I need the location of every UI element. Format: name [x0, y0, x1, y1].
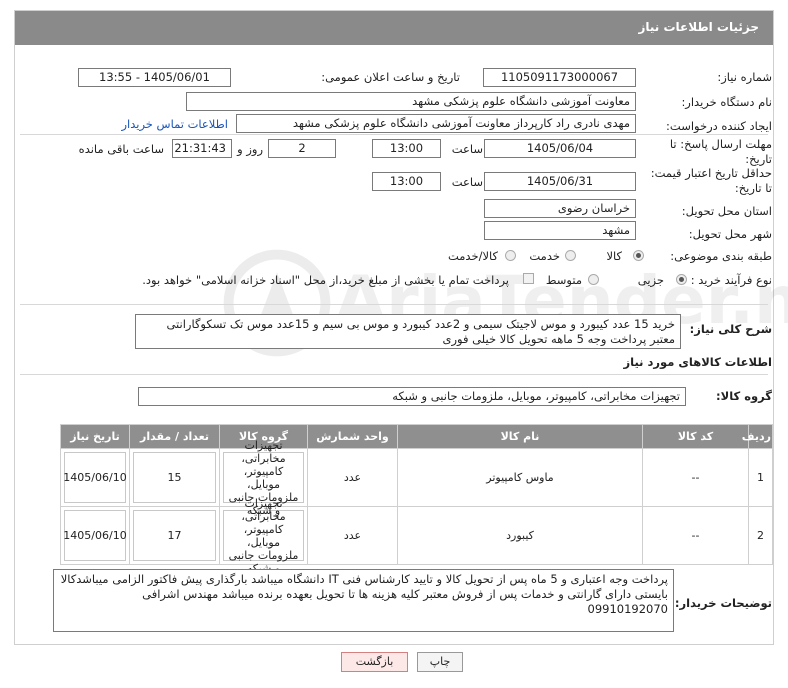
buyer-org-label: نام دستگاه خریدار:	[681, 95, 772, 109]
category-option-service: خدمت	[529, 249, 560, 263]
price-validity-label-2: تا تاریخ:	[734, 181, 772, 195]
buyer-notes-textarea[interactable]: پرداخت وجه اعتباری و 5 ماه پس از تحویل ک…	[53, 569, 674, 632]
reply-deadline-label: مهلت ارسال پاسخ: تا	[669, 137, 772, 151]
row-date-cell: 1405/06/10	[60, 448, 130, 507]
row-unit: عدد	[307, 506, 398, 565]
price-validity-time-label: ساعت	[451, 175, 483, 189]
row-code: --	[642, 506, 749, 565]
goods-group-field[interactable]: تجهیزات مخابراتی، کامپیوتر، موبایل، ملزو…	[138, 387, 686, 406]
row-qty: 15	[133, 452, 216, 503]
row-index: 2	[748, 506, 773, 565]
delivery-province-field[interactable]: خراسان رضوی	[484, 199, 636, 218]
row-group: تجهیزات مخابراتی، کامپیوتر، موبایل، ملزو…	[223, 439, 304, 517]
row-name: کیبورد	[397, 506, 643, 565]
treasury-note: پرداخت تمام یا بخشی از مبلغ خرید،از محل …	[142, 273, 509, 287]
price-validity-label: حداقل تاریخ اعتبار قیمت:	[650, 166, 772, 180]
row-qty: 17	[133, 510, 216, 561]
row-date-cell: 1405/06/10	[60, 506, 130, 565]
items-table: ردیف کد کالا نام کالا واحد شمارش گروه کا…	[60, 424, 773, 575]
requester-field[interactable]: مهدی نادری راد کارپرداز معاونت آموزشی دا…	[236, 114, 636, 133]
divider	[20, 304, 768, 305]
process-radio-medium[interactable]	[588, 274, 599, 285]
requester-label: ایجاد کننده درخواست:	[666, 119, 772, 133]
buyer-notes-label: توضیحات خریدار:	[674, 596, 772, 610]
divider	[20, 134, 768, 135]
announce-date-field[interactable]: 1405/06/01 - 13:55	[78, 68, 231, 87]
process-radio-partial[interactable]	[676, 274, 687, 285]
category-option-goods-service: کالا/خدمت	[447, 249, 498, 263]
reply-time-field[interactable]: 13:00	[372, 139, 441, 158]
col-header-code: کد کالا	[642, 424, 749, 449]
reply-date-field[interactable]: 1405/06/04	[484, 139, 636, 158]
reply-days-field[interactable]: 2	[268, 139, 336, 158]
delivery-province-label: استان محل تحویل:	[681, 204, 772, 218]
description-label: شرح کلی نیاز:	[689, 322, 772, 336]
delivery-city-field[interactable]: مشهد	[484, 221, 636, 240]
reply-deadline-label-2: تاریخ:	[745, 152, 772, 166]
process-option-partial: جزیی	[637, 273, 664, 287]
category-label: طبقه بندی موضوعی:	[670, 249, 772, 263]
back-button[interactable]: بازگشت	[341, 652, 408, 672]
category-radio-goods[interactable]	[633, 250, 644, 261]
remaining-time-field[interactable]: 21:31:43	[172, 139, 232, 158]
process-option-medium: متوسط	[545, 273, 582, 287]
row-group: تجهیزات مخابراتی، کامپیوتر، موبایل، ملزو…	[223, 497, 304, 575]
remaining-time-label: ساعت باقی مانده	[78, 142, 164, 156]
treasury-checkbox[interactable]	[523, 273, 534, 284]
col-header-index: ردیف	[742, 424, 773, 449]
table-row: 2 -- کیبورد عدد تجهیزات مخابراتی، کامپیو…	[60, 497, 773, 575]
panel-header: جزئیات اطلاعات نیاز	[15, 11, 773, 45]
goods-group-label: گروه کالا:	[716, 389, 772, 403]
need-number-field[interactable]: 1105091173000067	[483, 68, 636, 87]
days-label: روز و	[237, 142, 263, 156]
buyer-contact-link[interactable]: اطلاعات تماس خریدار	[121, 117, 228, 131]
row-qty-cell: 17	[129, 506, 220, 565]
reply-time-label: ساعت	[451, 142, 483, 156]
price-validity-time-field[interactable]: 13:00	[372, 172, 441, 191]
col-header-qty: تعداد / مقدار	[129, 424, 220, 449]
price-validity-date-field[interactable]: 1405/06/31	[484, 172, 636, 191]
col-header-name: نام کالا	[397, 424, 643, 449]
row-unit: عدد	[307, 448, 398, 507]
description-textarea[interactable]: خرید 15 عدد کیبورد و موس لاجیتک سیمی و 2…	[135, 314, 681, 349]
category-radio-service[interactable]	[565, 250, 576, 261]
category-radio-goods-service[interactable]	[505, 250, 516, 261]
table-row: 1 -- ماوس کامپیوتر عدد تجهیزات مخابراتی،…	[60, 439, 773, 517]
need-number-label: شماره نیاز:	[717, 70, 772, 84]
col-header-date: تاریخ نیاز	[60, 424, 130, 449]
divider	[20, 374, 768, 375]
print-button[interactable]: چاپ	[417, 652, 463, 672]
row-code: --	[642, 448, 749, 507]
row-name: ماوس کامپیوتر	[397, 448, 643, 507]
category-option-goods: کالا	[606, 249, 622, 263]
purchase-process-label: نوع فرآیند خرید :	[690, 273, 772, 287]
buyer-org-field[interactable]: معاونت آموزشی دانشگاه علوم پزشکی مشهد	[186, 92, 636, 111]
row-date: 1405/06/10	[63, 452, 127, 503]
row-index: 1	[748, 448, 773, 507]
page-title: جزئیات اطلاعات نیاز	[638, 20, 759, 34]
announce-date-label: تاریخ و ساعت اعلان عمومی:	[321, 70, 460, 84]
row-qty-cell: 15	[129, 448, 220, 507]
row-date: 1405/06/10	[63, 510, 127, 561]
delivery-city-label: شهر محل تحویل:	[688, 227, 772, 241]
col-header-unit: واحد شمارش	[307, 424, 398, 449]
items-section-title: اطلاعات کالاهای مورد نیاز	[623, 355, 772, 369]
row-group-cell: تجهیزات مخابراتی، کامپیوتر، موبایل، ملزو…	[219, 497, 308, 575]
